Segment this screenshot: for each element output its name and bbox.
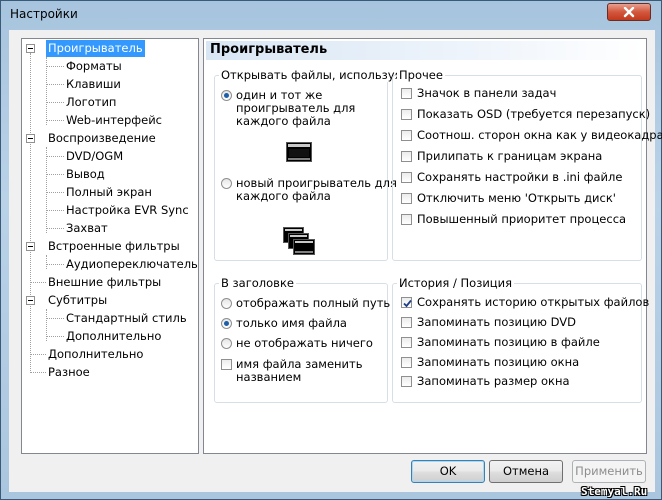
watermark: Stemyal.Ru xyxy=(581,485,648,498)
panel-title: Проигрыватель xyxy=(210,42,328,57)
show-osd-checkbox[interactable] xyxy=(401,109,412,120)
tree-item-fullscreen[interactable]: Полный экран xyxy=(66,184,152,201)
tree-item-subtitles[interactable]: Субтитры xyxy=(48,292,107,309)
aspect-ratio-label[interactable]: Соотнош. сторон окна как у видеокадра xyxy=(417,129,662,142)
settings-window: Настройки Проигрыватель Форматы Клавиши … xyxy=(0,0,662,500)
other-label: Прочее xyxy=(397,68,445,82)
tree-item-subtitles-advanced[interactable]: Дополнительно xyxy=(66,328,161,345)
remember-dvd-checkbox[interactable] xyxy=(401,317,412,328)
taskbar-icon-checkbox[interactable] xyxy=(401,88,412,99)
history-group: История / Позиция Сохранять историю откр… xyxy=(392,276,649,403)
snap-to-edges-label[interactable]: Прилипать к границам экрана xyxy=(417,150,602,163)
other-group: Прочее Значок в панели задач Показать OS… xyxy=(392,68,662,261)
remember-window-size-label[interactable]: Запоминать размер окна xyxy=(417,375,570,388)
ini-settings-label[interactable]: Сохранять настройки в .ini файле xyxy=(417,171,622,184)
tree-item-formats[interactable]: Форматы xyxy=(66,58,122,75)
tree-item-default-style[interactable]: Стандартный стиль xyxy=(66,310,187,327)
save-history-label[interactable]: Сохранять историю открытых файлов xyxy=(417,296,649,309)
panel-header: Проигрыватель xyxy=(206,41,644,60)
tree-item-logo[interactable]: Логотип xyxy=(66,94,116,111)
title-bar[interactable]: Настройки xyxy=(1,1,661,29)
remember-file-position-label[interactable]: Запоминать позицию в файле xyxy=(417,336,600,349)
tree-item-dvd-ogm[interactable]: DVD/OGM xyxy=(66,148,123,165)
caption-label: В заголовке xyxy=(219,276,296,290)
dialog-body: Проигрыватель Форматы Клавиши Логотип We… xyxy=(9,30,662,492)
tree-item-evr-sync[interactable]: Настройка EVR Sync xyxy=(66,202,189,219)
ini-settings-checkbox[interactable] xyxy=(401,172,412,183)
replace-with-title-label[interactable]: имя файла заменить названием xyxy=(236,358,363,384)
file-name-only-label[interactable]: только имя файла xyxy=(236,317,347,330)
expand-internal-filters-icon[interactable] xyxy=(26,242,35,251)
tree-item-misc[interactable]: Разное xyxy=(48,364,90,381)
settings-tree[interactable]: Проигрыватель Форматы Клавиши Логотип We… xyxy=(21,38,199,454)
caption-group: В заголовке отображать полный путь тольк… xyxy=(214,276,390,403)
remember-window-position-checkbox[interactable] xyxy=(401,357,412,368)
show-osd-label[interactable]: Показать OSD (требуется перезапуск) xyxy=(417,108,650,121)
open-files-group: Открывать файлы, используя один и тот же… xyxy=(214,68,404,261)
expand-subtitles-icon[interactable] xyxy=(26,296,35,305)
taskbar-icon-label[interactable]: Значок в панели задач xyxy=(417,87,556,100)
multiple-windows-icon xyxy=(283,227,315,255)
new-player-radio[interactable] xyxy=(221,178,232,189)
new-player-label[interactable]: новый проигрыватель для каждого файла xyxy=(236,177,397,203)
aspect-ratio-checkbox[interactable] xyxy=(401,130,412,141)
single-window-icon xyxy=(286,142,312,162)
expand-player-icon[interactable] xyxy=(26,44,35,53)
tree-item-internal-filters[interactable]: Встроенные фильтры xyxy=(48,238,180,255)
ok-button[interactable]: OK xyxy=(411,460,485,483)
tree-item-web-interface[interactable]: Web-интерфейс xyxy=(66,112,162,129)
high-priority-label[interactable]: Повышенный приоритет процесса xyxy=(417,213,626,226)
same-player-radio[interactable] xyxy=(221,90,232,101)
expand-playback-icon[interactable] xyxy=(26,134,35,143)
tree-item-keys[interactable]: Клавиши xyxy=(66,76,121,93)
disable-open-disc-label[interactable]: Отключить меню 'Открыть диск' xyxy=(417,192,616,205)
window-title: Настройки xyxy=(10,7,78,21)
remember-window-position-label[interactable]: Запоминать позицию окна xyxy=(417,356,579,369)
tree-item-external-filters[interactable]: Внешние фильтры xyxy=(48,274,161,291)
checkmark-icon xyxy=(403,299,412,308)
snap-to-edges-checkbox[interactable] xyxy=(401,151,412,162)
open-files-label: Открывать файлы, используя xyxy=(219,68,404,82)
cancel-button[interactable]: Отмена xyxy=(489,460,563,483)
save-history-checkbox[interactable] xyxy=(401,297,412,308)
tree-item-output[interactable]: Вывод xyxy=(66,166,105,183)
disable-open-disc-checkbox[interactable] xyxy=(401,193,412,204)
file-name-only-radio[interactable] xyxy=(221,318,232,329)
replace-with-title-checkbox[interactable] xyxy=(221,359,232,370)
show-nothing-label[interactable]: не отображать ничего xyxy=(236,337,373,350)
tree-item-audio-switcher[interactable]: Аудиопереключатель xyxy=(66,256,198,273)
close-icon xyxy=(623,7,635,18)
high-priority-checkbox[interactable] xyxy=(401,214,412,225)
full-path-radio[interactable] xyxy=(221,298,232,309)
close-button[interactable] xyxy=(607,3,651,21)
tree-item-player[interactable]: Проигрыватель xyxy=(46,40,145,57)
remember-window-size-checkbox[interactable] xyxy=(401,376,412,387)
full-path-label[interactable]: отображать полный путь xyxy=(236,297,390,310)
apply-button[interactable]: Применить xyxy=(572,460,646,483)
show-nothing-radio[interactable] xyxy=(221,338,232,349)
tree-item-playback[interactable]: Воспроизведение xyxy=(48,130,156,147)
history-label: История / Позиция xyxy=(397,276,515,290)
tree-item-advanced[interactable]: Дополнительно xyxy=(48,346,143,363)
remember-dvd-label[interactable]: Запоминать позицию DVD xyxy=(417,316,576,329)
settings-panel: Проигрыватель Открывать файлы, используя… xyxy=(203,38,662,454)
remember-file-position-checkbox[interactable] xyxy=(401,337,412,348)
same-player-label[interactable]: один и тот же проигрыватель для каждого … xyxy=(236,89,355,128)
tree-item-capture[interactable]: Захват xyxy=(66,220,108,237)
